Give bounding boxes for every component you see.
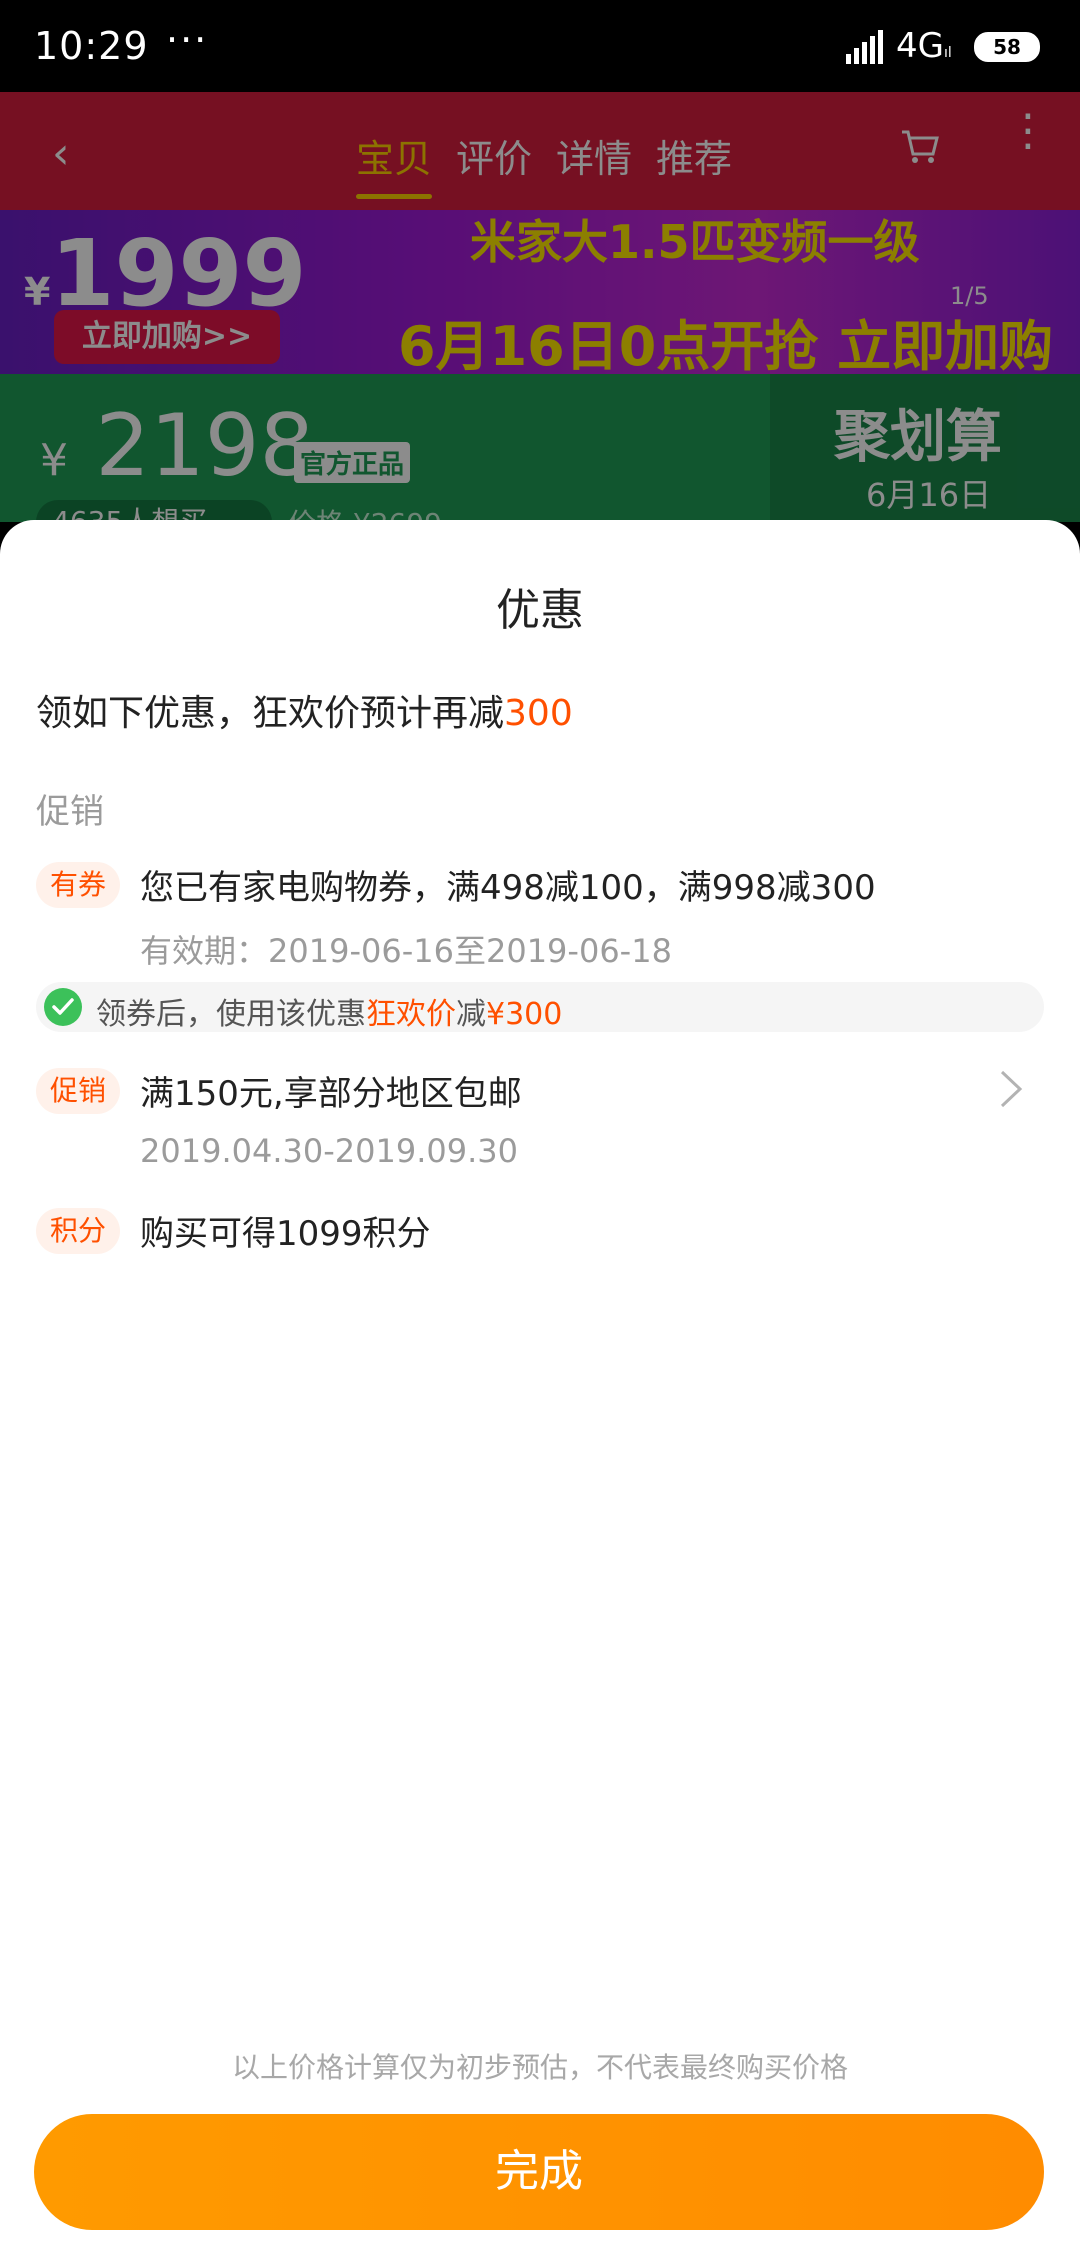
signal-icon — [846, 30, 883, 64]
tip-amount: ¥300 — [486, 997, 563, 1032]
promo-dates: 2019.04.30-2019.09.30 — [140, 1132, 518, 1170]
promo-text: 满150元,享部分地区包邮 — [140, 1074, 522, 1114]
summary-text: 领如下优惠，狂欢价预计再减 — [36, 693, 505, 734]
section-label-promotions: 促销 — [36, 792, 104, 832]
summary-amount: 300 — [504, 693, 573, 734]
coupon-badge: 有券 — [36, 862, 121, 908]
chevron-right-icon[interactable] — [996, 1068, 1026, 1110]
done-button[interactable]: 完成 — [34, 2114, 1044, 2230]
status-bar: 10:29 ··· 4Gıl 58 — [0, 0, 1080, 92]
tip-prefix: 领券后，使用该优惠 — [96, 997, 366, 1032]
modal-overlay[interactable] — [0, 92, 1080, 522]
points-badge: 积分 — [36, 1208, 121, 1254]
status-time: 10:29 — [34, 24, 149, 68]
tip-text: 领券后，使用该优惠狂欢价减¥300 — [96, 989, 562, 1033]
coupon-tip: 领券后，使用该优惠狂欢价减¥300 — [36, 982, 1044, 1032]
sheet-title: 优惠 — [496, 585, 584, 636]
tip-highlight: 狂欢价 — [366, 997, 456, 1032]
product-page-background: ‹ 宝贝 评价 详情 推荐 ⋮ ¥1999 米家大1.5匹变频一级 6月16日0… — [0, 92, 1080, 522]
check-circle-icon — [44, 988, 82, 1026]
coupon-validity: 有效期：2019-06-16至2019-06-18 — [140, 932, 672, 970]
points-text: 购买可得1099积分 — [140, 1214, 431, 1254]
price-disclaimer: 以上价格计算仅为初步预估，不代表最终购买价格 — [231, 2051, 848, 2084]
battery-icon: 58 — [974, 32, 1040, 62]
promo-badge: 促销 — [36, 1068, 121, 1114]
discount-summary: 领如下优惠，狂欢价预计再减300 — [36, 684, 573, 736]
coupon-text: 您已有家电购物券，满498减100，满998减300 — [140, 868, 876, 908]
network-type: 4Gıl — [896, 26, 952, 66]
battery-level: 58 — [993, 35, 1021, 59]
network-label: 4G — [896, 26, 944, 66]
network-activity: ıl — [943, 45, 952, 61]
discount-sheet: 优惠 领如下优惠，狂欢价预计再减300 促销 有券 您已有家电购物券，满498减… — [0, 520, 1080, 2248]
tip-middle: 减 — [456, 997, 486, 1032]
notification-dots: ··· — [166, 18, 209, 62]
